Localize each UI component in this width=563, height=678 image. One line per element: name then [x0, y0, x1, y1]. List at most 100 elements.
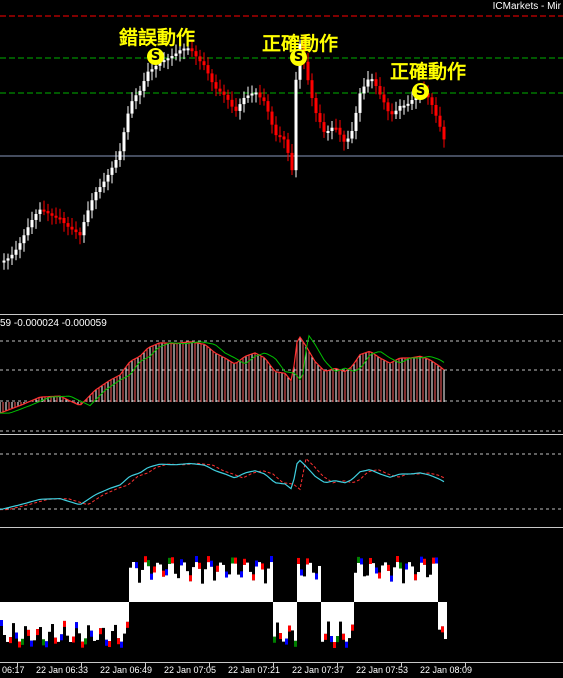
histogram-bar [399, 568, 402, 602]
histogram-bar [72, 602, 75, 637]
candle-body [6, 258, 10, 261]
histogram-bar [147, 566, 150, 602]
time-label: 22 Jan 06:33 [36, 665, 89, 675]
histogram-bar [276, 602, 279, 623]
histogram-bar [375, 573, 378, 602]
histogram-cap [144, 556, 147, 563]
candle-body [322, 122, 326, 132]
histogram-cap [27, 629, 30, 636]
histogram-bar [285, 602, 288, 639]
candle-body [286, 139, 290, 153]
candle-body [406, 103, 410, 106]
histogram-cap [45, 641, 48, 648]
candle-body [218, 88, 222, 92]
histogram-bar [396, 562, 399, 602]
candle-body [358, 93, 362, 113]
histogram-cap [423, 558, 426, 565]
candle-body [334, 127, 338, 130]
histogram-cap [234, 557, 237, 564]
histogram-bar [270, 562, 273, 602]
candle-body [342, 134, 346, 142]
macd-pane[interactable]: 59 -0.000024 -0.000059 [0, 316, 563, 433]
histogram-cap [315, 573, 318, 580]
histogram-bar [90, 602, 93, 631]
histogram-bar [162, 576, 165, 602]
broker-label: ICMarkets - Mir [492, 1, 561, 12]
candle-body [442, 126, 446, 140]
histogram-bar [429, 574, 432, 602]
histogram-bar [210, 566, 213, 602]
histogram-bar [27, 602, 30, 630]
histogram-bar [420, 562, 423, 602]
histogram-bar [330, 602, 333, 637]
histogram-bar [282, 602, 285, 642]
histogram-bar [309, 562, 312, 602]
histogram-cap [345, 641, 348, 648]
histogram-cap [288, 625, 291, 632]
histogram-bar [36, 602, 39, 630]
time-axis: 06:17 22 Jan 06:33 22 Jan 06:49 22 Jan 0… [0, 662, 563, 678]
candle-body [398, 105, 402, 111]
histogram-bar [294, 602, 297, 641]
candle-body [374, 79, 378, 87]
candle-body [246, 95, 250, 98]
histogram-cap [147, 560, 150, 567]
candle-body [90, 200, 94, 211]
histogram-cap [306, 558, 309, 565]
candle-body [102, 181, 106, 188]
histogram-bar [249, 571, 252, 602]
histogram-bar [159, 564, 162, 602]
candle-body [86, 210, 90, 223]
histogram-bar [273, 602, 276, 637]
candle-body [42, 209, 46, 212]
histogram-bar [321, 602, 324, 642]
candle-body [382, 94, 386, 103]
histogram-bar [255, 566, 258, 602]
candle-body [330, 127, 334, 132]
candle-body [38, 209, 42, 215]
candle-body [226, 94, 230, 100]
histogram-cap [390, 575, 393, 582]
histogram-bar [435, 563, 438, 602]
oscillator-pane[interactable] [0, 436, 563, 526]
candle-body [114, 159, 118, 168]
histogram-pane[interactable] [0, 529, 563, 662]
histogram-bar [387, 570, 390, 602]
candle-body [54, 215, 58, 218]
histogram-bar [186, 571, 189, 602]
candle-body [290, 152, 294, 171]
candle-body [438, 115, 442, 127]
histogram-bar [141, 569, 144, 602]
histogram-cap [336, 636, 339, 643]
histogram-bar [114, 602, 117, 625]
candle-body [394, 110, 398, 115]
candle-body [198, 56, 202, 62]
time-label: 22 Jan 06:49 [100, 665, 153, 675]
histogram-cap [324, 633, 327, 640]
histogram-cap [165, 569, 168, 576]
histogram-bar [75, 602, 78, 623]
histogram-bar [417, 571, 420, 602]
histogram-cap [399, 562, 402, 569]
histogram-cap [369, 557, 372, 564]
histogram-bar [363, 576, 366, 602]
candle-body [66, 223, 70, 227]
price-chart-pane[interactable]: ICMarkets - Mir 錯誤動作 S 正確動作 S 正確動作 S [0, 0, 563, 313]
histogram-bar [315, 579, 318, 602]
candle-body [294, 79, 298, 171]
histogram-bar [372, 563, 375, 602]
histogram-cap [108, 641, 111, 648]
histogram-bar [339, 602, 342, 622]
histogram-cap [153, 566, 156, 573]
histogram-bar [402, 583, 405, 602]
histogram-bar [204, 569, 207, 602]
histogram-bar [117, 602, 120, 639]
histogram-cap [75, 622, 78, 629]
histogram-cap [168, 557, 171, 564]
candle-body [58, 217, 62, 220]
candle-body [154, 65, 158, 70]
histogram-bar [198, 568, 201, 602]
histogram-cap [297, 557, 300, 564]
histogram-bar [258, 562, 261, 602]
candle-body [34, 214, 38, 220]
